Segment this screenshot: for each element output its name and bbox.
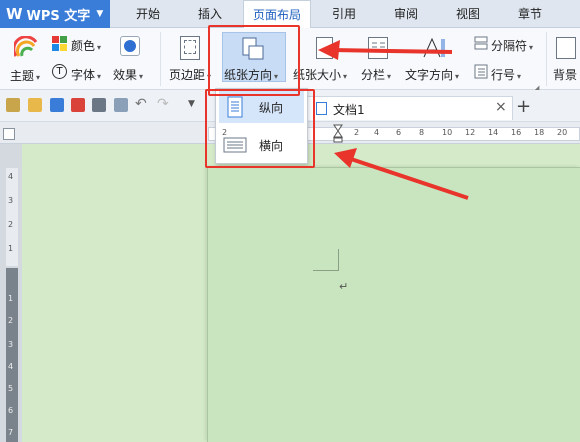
ruler-tick-label: 2 bbox=[354, 128, 360, 137]
annotation-arrows bbox=[318, 40, 469, 200]
ruler-tick-label: 6 bbox=[396, 128, 402, 137]
ruler-tick-label: 1 bbox=[8, 294, 14, 303]
ruler-tick-label: 2 bbox=[222, 128, 228, 137]
ruler-tick-label: 20 bbox=[557, 128, 568, 137]
ruler-tick-label: 14 bbox=[488, 128, 499, 137]
ruler-tick-label: 12 bbox=[465, 128, 476, 137]
ruler-tick-label: 7 bbox=[8, 428, 14, 437]
ruler-tick-label: 3 bbox=[8, 196, 14, 205]
ruler-tick-label: 16 bbox=[511, 128, 522, 137]
ruler-tick-label: 2 bbox=[8, 316, 14, 325]
ruler-tick-label: 4 bbox=[8, 172, 14, 181]
ruler-tick-label: 8 bbox=[419, 128, 425, 137]
ruler-tick-label: 10 bbox=[442, 128, 453, 137]
ruler-tick-label: 3 bbox=[8, 340, 14, 349]
ruler-tick-label: 4 bbox=[374, 128, 380, 137]
ruler-tick-label: 2 bbox=[8, 220, 14, 229]
ruler-tick-label: 5 bbox=[8, 384, 14, 393]
ruler-tick-label: 4 bbox=[8, 362, 14, 371]
ruler-tick-label: 1 bbox=[8, 244, 14, 253]
ruler-tick-label: 6 bbox=[8, 406, 14, 415]
ruler-tick-label: 18 bbox=[534, 128, 545, 137]
